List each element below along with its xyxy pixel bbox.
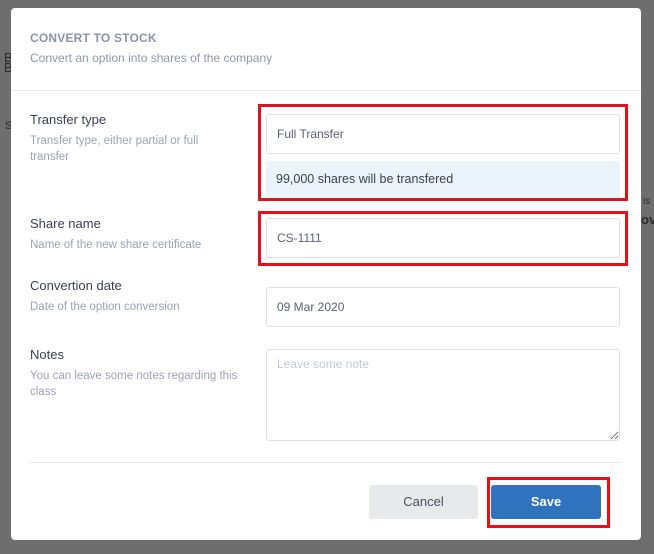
save-button[interactable]: Save bbox=[491, 485, 601, 519]
modal-subtitle: Convert an option into shares of the com… bbox=[30, 51, 273, 65]
transfer-type-hint: Transfer type, either partial or full tr… bbox=[30, 135, 199, 163]
background-text: is bbox=[643, 196, 651, 207]
conversion-date-input[interactable] bbox=[266, 287, 620, 327]
background-text: ov bbox=[641, 212, 654, 227]
convert-to-stock-modal: CONVERT TO STOCK Convert an option into … bbox=[11, 8, 641, 540]
transfer-type-select[interactable] bbox=[266, 114, 620, 154]
notes-textarea[interactable] bbox=[266, 349, 620, 441]
conversion-date-hint: Date of the option conversion bbox=[30, 301, 180, 313]
share-name-label: Share name bbox=[30, 216, 101, 231]
shares-transfer-info: 99,000 shares will be transfered bbox=[266, 161, 620, 197]
share-name-input[interactable] bbox=[266, 218, 620, 258]
share-name-hint: Name of the new share certificate bbox=[30, 239, 202, 251]
notes-label: Notes bbox=[30, 347, 64, 362]
modal-title: CONVERT TO STOCK bbox=[30, 31, 157, 45]
footer-divider bbox=[30, 462, 622, 463]
notes-hint: You can leave some notes regarding this … bbox=[30, 370, 238, 398]
modal-header: CONVERT TO STOCK Convert an option into … bbox=[11, 8, 641, 91]
cancel-button[interactable]: Cancel bbox=[369, 485, 478, 519]
transfer-type-label: Transfer type bbox=[30, 112, 107, 127]
conversion-date-label: Convertion date bbox=[30, 278, 122, 293]
